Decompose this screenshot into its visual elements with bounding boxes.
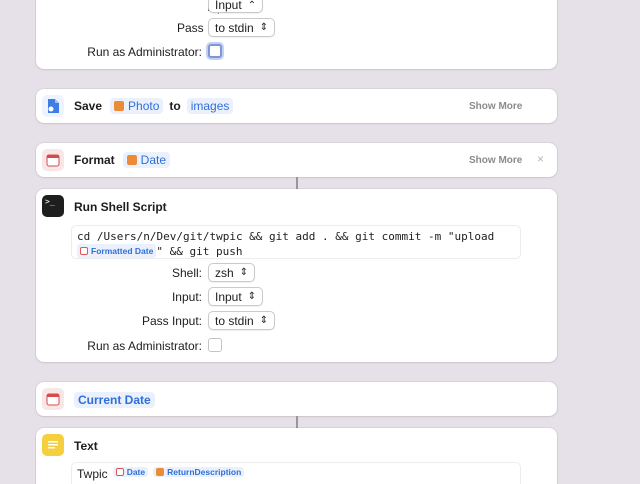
terminal-icon: >_ (42, 195, 64, 217)
pass-input-popup-value: to stdin (215, 313, 254, 328)
script-line-2: Formatted Date " && git push (77, 244, 515, 259)
return-description-token-label: ReturnDescription (167, 467, 242, 477)
text-prefix: Twpic (77, 467, 108, 481)
current-date-card[interactable]: Current Date (36, 382, 557, 416)
chevron-updown-icon: ⇕ (247, 291, 257, 302)
text-editor[interactable]: Twpic Date ReturnDescription (71, 462, 521, 484)
show-more-button[interactable]: Show More (469, 101, 522, 112)
formatted-date-token-label: Formatted Date (91, 246, 154, 256)
pass-input-popup-value: to stdin (215, 20, 254, 35)
calendar-icon (42, 149, 64, 171)
shell-popup-value: zsh (215, 265, 234, 280)
photo-token[interactable]: Photo (110, 98, 164, 114)
format-title-row: Format Date (74, 152, 171, 168)
shell-popup[interactable]: zsh ⇕ (208, 263, 256, 282)
text-icon (42, 434, 64, 456)
date-token[interactable]: Date (112, 467, 149, 477)
current-date-token-label: Current Date (78, 393, 151, 407)
variable-icon (156, 468, 165, 476)
run-admin-label: Run as Administrator: (87, 45, 202, 59)
photo-token-label: Photo (128, 99, 160, 113)
return-description-token[interactable]: ReturnDescription (153, 467, 245, 477)
text-title: Text (74, 439, 98, 453)
save-title-row: Save Photo to images (74, 98, 234, 114)
run-admin-checkbox[interactable] (208, 338, 222, 352)
save-action-card[interactable]: Save Photo to images Show More (36, 89, 557, 123)
chevron-updown-icon: ⇕ (259, 315, 269, 326)
photo-variable-icon (114, 101, 125, 111)
show-more-button[interactable]: Show More (469, 155, 522, 166)
date-token-label: Date (126, 467, 146, 477)
text-action-card[interactable]: Text Twpic Date ReturnDescription (36, 428, 557, 484)
format-action-card[interactable]: Format Date Show More × (36, 143, 557, 177)
formatted-date-token[interactable]: Formatted Date (77, 244, 157, 258)
run-admin-checkbox[interactable] (208, 44, 222, 58)
pass-input-popup[interactable]: to stdin ⇕ (208, 311, 276, 330)
chevron-updown-icon: ⌃ (247, 0, 257, 11)
run-admin-label: Run as Administrator: (87, 339, 202, 353)
shell-label: Shell: (171, 266, 202, 280)
pass-input-popup[interactable]: to stdin ⇕ (208, 18, 276, 37)
input-label: Input: (171, 290, 202, 304)
input-popup-value: Input (215, 0, 242, 12)
images-token-label: images (190, 99, 230, 113)
save-title: Save (74, 99, 103, 113)
date-token[interactable]: Date (122, 152, 171, 168)
script-line-2-rest: " && git push (156, 245, 243, 258)
date-token-label: Date (140, 153, 167, 167)
input-popup[interactable]: Input ⇕ (208, 287, 264, 306)
format-title: Format (74, 153, 115, 167)
shell-script-card[interactable]: >_ Run Shell Script cd /Users/n/Dev/git/… (36, 189, 557, 362)
flow-connector (296, 177, 298, 189)
script-editor[interactable]: cd /Users/n/Dev/git/twpic && git add . &… (71, 225, 521, 259)
current-date-token[interactable]: Current Date (74, 392, 155, 408)
calendar-icon (80, 247, 88, 255)
calendar-icon (42, 388, 64, 410)
chevron-updown-icon: ⇕ (259, 22, 269, 33)
script-line-1: cd /Users/n/Dev/git/twpic && git add . &… (77, 230, 495, 243)
calendar-icon (115, 468, 124, 476)
flow-connector (296, 416, 298, 428)
close-icon[interactable]: × (537, 152, 544, 166)
current-date-row: Current Date (74, 391, 155, 409)
shell-script-card-top: Input: Input ⌃ Pass Input: to stdin ⇕ Ru… (36, 0, 557, 69)
document-save-icon (42, 95, 64, 117)
input-popup-value: Input (215, 289, 242, 304)
input-popup[interactable]: Input ⌃ (208, 0, 264, 13)
chevron-updown-icon: ⇕ (239, 267, 249, 278)
to-label: to (169, 99, 181, 113)
pass-input-label: Pass Input: (141, 314, 202, 328)
date-variable-icon (126, 155, 137, 165)
images-token[interactable]: images (186, 98, 234, 114)
shell-title: Run Shell Script (74, 200, 167, 214)
